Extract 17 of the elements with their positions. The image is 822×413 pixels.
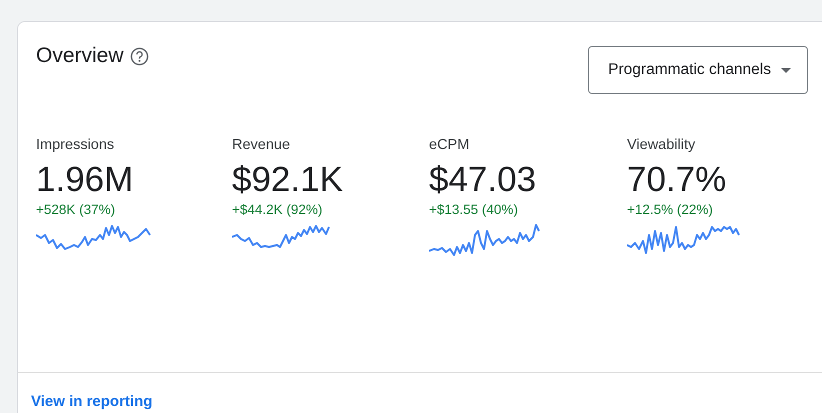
reporting-link[interactable]: View in reporting	[31, 393, 152, 410]
channel-dropdown[interactable]: Programmatic channels	[588, 46, 808, 94]
metric-change: +$13.55 (40%)	[429, 202, 518, 217]
card-title: Overview	[36, 44, 124, 68]
metric-change: +$44.2K (92%)	[232, 202, 322, 217]
metric-label: Revenue	[232, 137, 290, 153]
metric-label: Viewability	[627, 137, 696, 153]
metric-value: 70.7%	[627, 160, 726, 200]
metric-value: $92.1K	[232, 160, 343, 200]
metric-change: +528K (37%)	[36, 202, 116, 217]
metric-label: eCPM	[429, 137, 470, 153]
metric-value: $47.03	[429, 160, 536, 200]
metric-label: Impressions	[36, 137, 114, 153]
help-icon[interactable]	[130, 46, 149, 66]
caret-icon	[781, 68, 791, 72]
metric-value: 1.96M	[36, 160, 134, 200]
metric-change: +12.5% (22%)	[627, 202, 713, 217]
